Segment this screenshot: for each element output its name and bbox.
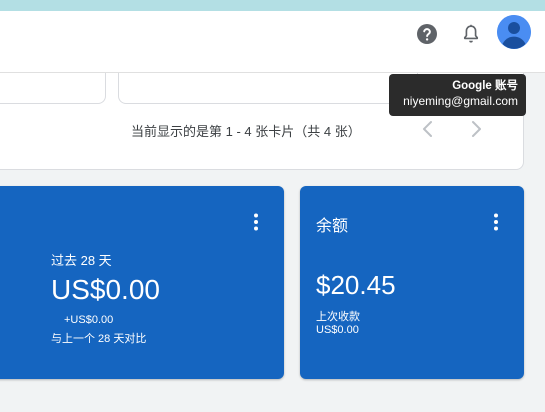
pager-next-button[interactable] xyxy=(466,118,486,140)
earnings-amount: US$0.00 xyxy=(51,274,160,305)
account-avatar-icon xyxy=(497,15,531,49)
pager-prev-button[interactable] xyxy=(418,118,438,140)
pager-status-text: 当前显示的是第 1 - 4 张卡片（共 4 张） xyxy=(131,124,361,139)
chevron-left-icon xyxy=(423,121,432,137)
earnings-card-menu-button[interactable] xyxy=(248,211,264,233)
balance-card: 余额 $20.45 上次收款 US$0.00 xyxy=(300,186,524,379)
carousel-card-stub-left[interactable] xyxy=(0,73,106,104)
notifications-button[interactable] xyxy=(458,21,484,47)
more-vert-icon xyxy=(494,213,498,231)
account-avatar-button[interactable] xyxy=(497,15,531,49)
tooltip-email: niyeming@gmail.com xyxy=(403,94,518,108)
last-payment-value: US$0.00 xyxy=(316,324,359,336)
earnings-period: 过去 28 天 xyxy=(51,253,112,268)
earnings-comparison: 与上一个 28 天对比 xyxy=(51,333,147,345)
help-circle-icon xyxy=(417,24,437,44)
balance-card-menu-button[interactable] xyxy=(488,211,504,233)
more-vert-icon xyxy=(254,213,258,231)
earnings-card: 过去 28 天 US$0.00 +US$0.00 与上一个 28 天对比 xyxy=(0,186,284,379)
earnings-delta: +US$0.00 xyxy=(64,314,114,326)
bell-icon xyxy=(463,24,479,43)
account-tooltip: Google 账号 niyeming@gmail.com xyxy=(389,74,526,116)
balance-title: 余额 xyxy=(316,218,349,235)
carousel-card-stub-right[interactable] xyxy=(118,73,418,104)
balance-amount: $20.45 xyxy=(316,270,396,300)
top-accent-strip xyxy=(0,0,545,11)
chevron-right-icon xyxy=(472,121,481,137)
tooltip-title: Google 账号 xyxy=(452,80,518,92)
help-button[interactable] xyxy=(414,21,440,47)
last-payment-label: 上次收款 xyxy=(316,311,360,323)
